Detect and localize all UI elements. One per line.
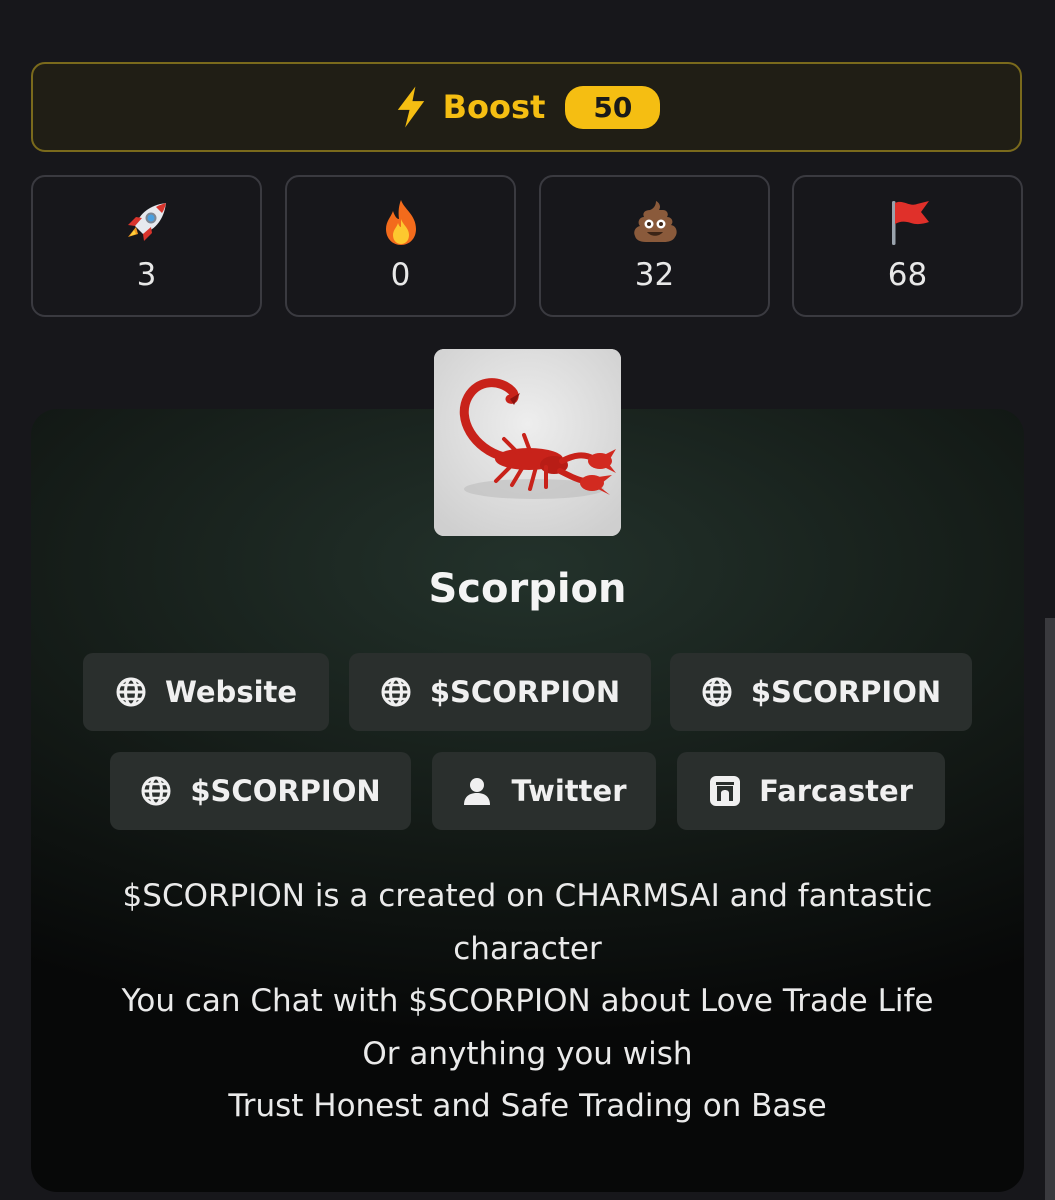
link-label: $SCORPION [750, 675, 942, 709]
link-label: $SCORPION [190, 774, 381, 808]
scorpion-image [434, 349, 621, 536]
reaction-count: 32 [634, 257, 675, 293]
description-line: You can Chat with $SCORPION about Love T… [121, 983, 934, 1019]
token-name: Scorpion [428, 566, 627, 612]
reaction-count: 3 [136, 257, 157, 293]
fire-icon [385, 200, 416, 245]
link-label: Website [164, 675, 298, 709]
globe-icon [141, 776, 171, 806]
rocket-icon [127, 203, 166, 241]
token-description: $SCORPION is a created on CHARMSAI and f… [31, 870, 1024, 1133]
poop-icon [633, 201, 677, 242]
scorpion-link-button[interactable]: $SCORPION [110, 752, 411, 830]
globe-icon [381, 677, 411, 707]
reaction-fire-button[interactable]: 0 [285, 175, 516, 317]
globe-icon [702, 677, 732, 707]
farcaster-icon [710, 776, 741, 806]
reaction-count: 0 [390, 257, 411, 293]
boost-button[interactable]: Boost 50 [31, 62, 1022, 152]
reaction-poop-button[interactable]: 32 [539, 175, 770, 317]
farcaster-link-button[interactable]: Farcaster [677, 752, 945, 830]
scorpion-link-button[interactable]: $SCORPION [349, 653, 651, 731]
description-line: $SCORPION is a created on CHARMSAI and f… [122, 878, 933, 914]
user-icon [464, 778, 491, 805]
token-avatar [434, 349, 621, 536]
globe-icon [116, 677, 146, 707]
description-line: Trust Honest and Safe Trading on Base [228, 1088, 827, 1124]
lightning-icon [397, 86, 424, 128]
twitter-link-button[interactable]: Twitter [432, 752, 656, 830]
description-line: character [453, 930, 602, 967]
flag-icon [891, 201, 929, 245]
reaction-rocket-button[interactable]: 3 [31, 175, 262, 317]
scorpion-link-button[interactable]: $SCORPION [670, 653, 972, 731]
boost-label: Boost [442, 88, 546, 126]
boost-count-badge: 50 [565, 85, 661, 129]
link-label: Twitter [511, 774, 627, 808]
description-line: Or anything you wish [362, 1035, 693, 1072]
reaction-count: 68 [887, 257, 928, 293]
scrollbar[interactable] [1045, 618, 1055, 1200]
link-label: Farcaster [759, 774, 913, 808]
link-label: $SCORPION [429, 675, 621, 709]
reaction-flag-button[interactable]: 68 [792, 175, 1023, 317]
website-link-button[interactable]: Website [83, 653, 329, 731]
